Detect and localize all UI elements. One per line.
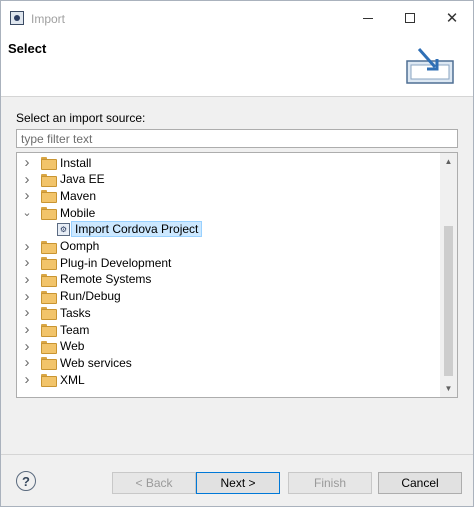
chevron-right-icon[interactable]: ›	[21, 288, 33, 305]
next-button[interactable]: Next >	[196, 472, 280, 494]
filter-input[interactable]	[16, 129, 458, 148]
folder-icon	[41, 157, 57, 170]
chevron-right-icon[interactable]: ›	[21, 238, 33, 255]
folder-icon	[41, 190, 57, 204]
finish-button[interactable]: Finish	[288, 472, 372, 494]
tree-item-label: Web	[60, 339, 85, 354]
scroll-thumb[interactable]	[444, 226, 453, 376]
minimize-button[interactable]	[353, 7, 383, 29]
tree-category-item[interactable]: › Web	[21, 338, 85, 355]
tree-item-label: Mobile	[60, 205, 96, 220]
tree-category-item[interactable]: › Maven	[21, 187, 97, 204]
chevron-right-icon[interactable]: ›	[21, 254, 33, 271]
tree-item-label: Tasks	[60, 305, 91, 320]
tree-item-label: Maven	[60, 188, 97, 203]
tree-category-item[interactable]: › Web services	[21, 354, 132, 371]
maximize-icon	[405, 13, 415, 23]
close-icon: ✕	[445, 9, 459, 27]
tree-item-label: Java EE	[60, 172, 105, 187]
chevron-right-icon[interactable]: ›	[21, 321, 33, 338]
minimize-icon	[363, 17, 373, 19]
window-title: Import	[31, 12, 66, 26]
import-source-tree[interactable]: › Install › Java EE › Maven ⌄ Mobile ⚙ Import Cor…	[16, 152, 458, 398]
page-title: Select	[8, 41, 47, 56]
scroll-up-icon[interactable]: ▲	[440, 153, 457, 170]
folder-icon	[41, 290, 57, 304]
chevron-right-icon[interactable]: ›	[21, 354, 33, 371]
vertical-scrollbar[interactable]: ▲ ▼	[440, 153, 457, 397]
eclipse-app-icon	[10, 11, 24, 25]
tree-category-item[interactable]: ⌄ Mobile	[21, 204, 95, 221]
folder-icon	[41, 357, 57, 371]
tree-item-label: Oomph	[60, 239, 100, 253]
chevron-right-icon[interactable]: ›	[21, 304, 33, 321]
tree-item-label: Import Cordova Project	[71, 221, 203, 238]
help-icon[interactable]: ?	[16, 471, 36, 491]
folder-icon	[41, 307, 57, 321]
maximize-button[interactable]	[395, 7, 425, 29]
tree-category-item[interactable]: › Install	[21, 154, 92, 171]
title-bar: Import ✕	[1, 1, 473, 35]
chevron-right-icon[interactable]: ›	[21, 271, 33, 288]
tree-item-label: Team	[60, 322, 90, 337]
tree-category-item[interactable]: › Java EE	[21, 171, 105, 188]
tree-item-label: Install	[60, 155, 92, 170]
tree-item-label: Web services	[60, 355, 132, 370]
chevron-right-icon[interactable]: ›	[21, 187, 33, 204]
folder-icon	[41, 173, 57, 187]
close-button[interactable]: ✕	[437, 7, 467, 29]
tree-category-item[interactable]: › Tasks	[21, 304, 91, 321]
back-button[interactable]: < Back	[112, 472, 196, 494]
import-wizard-icon	[406, 48, 454, 84]
tree-leaf-item[interactable]: ⚙ Import Cordova Project	[57, 221, 203, 238]
folder-icon	[41, 207, 57, 221]
tree-item-label: Run/Debug	[60, 289, 121, 304]
tree-item-label: Remote Systems	[60, 272, 152, 287]
chevron-right-icon[interactable]: ›	[21, 154, 33, 171]
wizard-banner: Select	[1, 35, 473, 97]
folder-icon	[41, 257, 57, 271]
import-source-label: Select an import source:	[16, 111, 146, 125]
scroll-down-icon[interactable]: ▼	[440, 380, 457, 397]
cancel-button[interactable]: Cancel	[378, 472, 462, 494]
tree-category-item[interactable]: › XML	[21, 371, 85, 388]
folder-icon	[41, 273, 57, 287]
cordova-project-icon: ⚙	[57, 222, 70, 236]
chevron-right-icon[interactable]: ›	[21, 171, 33, 188]
folder-icon	[41, 324, 57, 337]
tree-category-item[interactable]: › Remote Systems	[21, 271, 152, 288]
import-dialog: Import ✕ Select Select an import source:…	[0, 0, 474, 507]
chevron-right-icon[interactable]: ›	[21, 371, 33, 388]
chevron-down-icon[interactable]: ⌄	[21, 207, 33, 219]
tree-category-item[interactable]: › Team	[21, 321, 90, 338]
tree-category-item[interactable]: › Run/Debug	[21, 288, 121, 305]
folder-icon	[41, 240, 57, 254]
footer-divider	[1, 454, 473, 455]
folder-icon	[41, 374, 57, 388]
tree-item-label: XML	[60, 372, 85, 387]
chevron-right-icon[interactable]: ›	[21, 338, 33, 355]
tree-item-label: Plug-in Development	[60, 255, 172, 270]
tree-category-item[interactable]: › Plug-in Development	[21, 254, 172, 271]
folder-icon	[41, 340, 57, 354]
tree-category-item[interactable]: › Oomph	[21, 238, 100, 255]
